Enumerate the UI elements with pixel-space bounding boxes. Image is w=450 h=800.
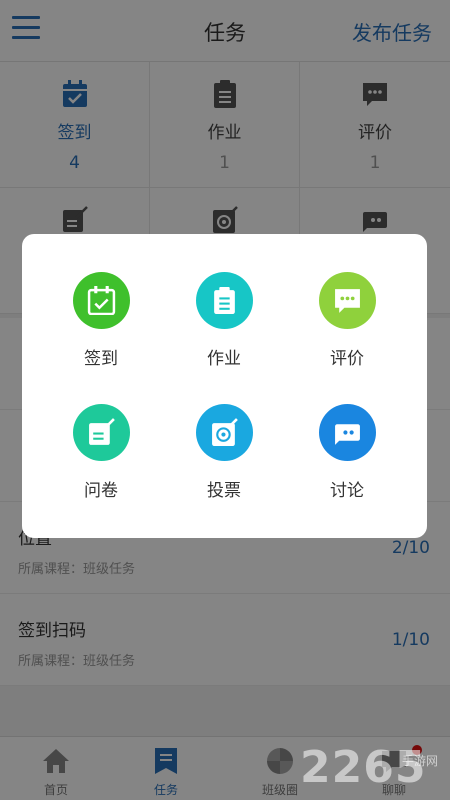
option-icon-circle [73,272,130,329]
option-vote[interactable]: 投票 [162,404,286,524]
option-survey[interactable]: 问卷 [39,404,163,524]
chat-bubble-icon [335,289,360,313]
option-icon-circle [319,404,376,461]
option-discussion[interactable]: 讨论 [285,404,409,524]
watermark-subtext: 手游网 [402,754,439,768]
option-label: 问卷 [84,481,118,501]
option-checkin[interactable]: 签到 [39,272,163,392]
option-label: 讨论 [330,481,364,501]
task-type-picker: 签到 作业 评价 问卷 投票 讨论 [22,234,427,538]
option-homework[interactable]: 作业 [162,272,286,392]
option-label: 作业 [207,349,241,369]
option-label: 签到 [84,349,118,369]
option-evaluation[interactable]: 评价 [285,272,409,392]
option-icon-circle [319,272,376,329]
option-icon-circle [196,404,253,461]
calendar-check-icon [87,286,116,315]
clipboard-icon [214,287,235,314]
option-label: 评价 [330,349,364,369]
option-icon-circle [73,404,130,461]
option-label: 投票 [207,481,241,501]
discussion-icon [335,424,360,445]
edit-note-icon [89,418,115,445]
option-icon-circle [196,272,253,329]
vote-icon [212,418,238,446]
